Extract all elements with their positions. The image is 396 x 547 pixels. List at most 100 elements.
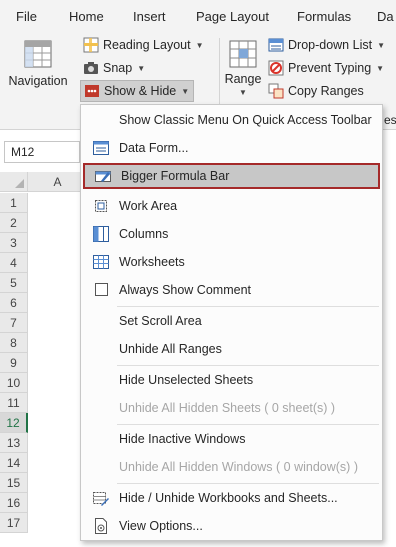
tab-data[interactable]: Da: [377, 9, 394, 24]
tab-page-layout[interactable]: Page Layout: [196, 9, 269, 24]
row-header[interactable]: 7: [0, 313, 28, 333]
name-box[interactable]: M12: [4, 141, 80, 163]
range-button[interactable]: Range ▼: [222, 38, 264, 97]
row-header[interactable]: 2: [0, 213, 28, 233]
menu-item-work-area[interactable]: Work Area: [81, 193, 382, 219]
menu-item-unhide-all-hidden-windows: Unhide All Hidden Windows ( 0 window(s) …: [81, 454, 382, 480]
chevron-down-icon: ▼: [239, 88, 247, 97]
menu-item-label: Hide Inactive Windows: [119, 432, 246, 446]
menu-item-unhide-all-ranges[interactable]: Unhide All Ranges: [81, 336, 382, 362]
ribbon-group-label-partial: es &: [384, 113, 396, 127]
always-show-comment-checkbox[interactable]: [95, 283, 108, 296]
row-header[interactable]: 4: [0, 253, 28, 273]
prevent-typing-button[interactable]: Prevent Typing ▼: [268, 60, 384, 76]
menu-item-label: Work Area: [119, 199, 178, 213]
menu-item-label: Bigger Formula Bar: [121, 169, 230, 183]
dropdown-list-label: Drop-down List: [288, 38, 373, 52]
dropdown-list-icon: [268, 38, 284, 52]
reading-layout-label: Reading Layout: [103, 38, 191, 52]
show-hide-icon: [85, 85, 99, 97]
menu-item-bigger-formula-bar[interactable]: Bigger Formula Bar: [83, 163, 380, 189]
reading-layout-icon: [83, 37, 99, 53]
work-area-icon: [95, 200, 107, 212]
menu-item-set-scroll-area[interactable]: Set Scroll Area: [81, 308, 382, 334]
menu-item-label: Columns: [119, 227, 169, 241]
menu-item-worksheets[interactable]: Worksheets: [81, 249, 382, 275]
navigation-icon: [24, 40, 52, 68]
chevron-down-icon: ▼: [376, 63, 385, 73]
menu-divider: [117, 483, 379, 484]
form-icon: [93, 141, 109, 155]
tab-home[interactable]: Home: [69, 9, 104, 24]
range-icon: [229, 40, 257, 68]
menu-item-hide-inactive-windows[interactable]: Hide Inactive Windows: [81, 426, 382, 452]
tab-insert[interactable]: Insert: [133, 9, 166, 24]
menu-item-label: Worksheets: [119, 255, 185, 269]
menu-item-label: Set Scroll Area: [119, 314, 202, 328]
menu-divider: [117, 365, 379, 366]
menu-item-unhide-all-hidden-sheets: Unhide All Hidden Sheets ( 0 sheet(s) ): [81, 395, 382, 421]
menu-item-label: View Options...: [119, 519, 203, 533]
navigation-button[interactable]: Navigation: [6, 38, 70, 88]
chevron-down-icon: ▼: [137, 63, 146, 73]
row-header[interactable]: 15: [0, 473, 28, 493]
row-header[interactable]: 6: [0, 293, 28, 313]
row-header-active[interactable]: 12: [0, 413, 28, 433]
show-hide-button[interactable]: Show & Hide ▼: [80, 80, 195, 102]
row-header[interactable]: 8: [0, 333, 28, 353]
snap-label: Snap: [103, 61, 133, 75]
snap-button[interactable]: Snap ▼: [83, 60, 145, 76]
menu-item-label: Unhide All Ranges: [119, 342, 222, 356]
row-header[interactable]: 13: [0, 433, 28, 453]
row-header[interactable]: 16: [0, 493, 28, 513]
prevent-typing-icon: [268, 60, 284, 76]
menu-item-label: Hide Unselected Sheets: [119, 373, 254, 387]
tab-file[interactable]: File: [16, 9, 37, 24]
menu-item-label: Unhide All Hidden Sheets ( 0 sheet(s) ): [119, 401, 336, 415]
chevron-down-icon: ▼: [181, 86, 190, 96]
menu-item-label: Hide / Unhide Workbooks and Sheets...: [119, 491, 338, 505]
menu-item-hide-unhide-workbooks[interactable]: Hide / Unhide Workbooks and Sheets...: [81, 485, 382, 511]
copy-ranges-button[interactable]: Copy Ranges: [268, 83, 364, 99]
prevent-typing-label: Prevent Typing: [288, 61, 372, 75]
menu-item-columns[interactable]: Columns: [81, 221, 382, 247]
workbooks-icon: [93, 492, 109, 506]
ribbon-divider: [219, 38, 220, 104]
select-all-button[interactable]: [0, 172, 28, 192]
row-header[interactable]: 11: [0, 393, 28, 413]
formula-bar-icon: [95, 171, 111, 182]
row-header[interactable]: 17: [0, 513, 28, 533]
row-header[interactable]: 9: [0, 353, 28, 373]
show-hide-menu: Show Classic Menu On Quick Access Toolba…: [80, 104, 383, 541]
range-label: Range: [224, 72, 262, 86]
row-header[interactable]: 1: [0, 193, 28, 213]
menu-item-label: Show Classic Menu On Quick Access Toolba…: [119, 113, 372, 127]
menu-item-label: Data Form...: [119, 141, 189, 155]
menu-item-view-options[interactable]: View Options...: [81, 513, 382, 539]
copy-ranges-label: Copy Ranges: [288, 84, 364, 98]
row-header[interactable]: 5: [0, 273, 28, 293]
menu-item-data-form[interactable]: Data Form...: [81, 135, 382, 161]
ribbon-tab-bar: File Home Insert Page Layout Formulas Da: [0, 0, 396, 34]
show-hide-label: Show & Hide: [104, 84, 177, 98]
row-header[interactable]: 10: [0, 373, 28, 393]
copy-ranges-icon: [268, 83, 284, 99]
navigation-label: Navigation: [8, 74, 68, 88]
chevron-down-icon: ▼: [195, 40, 204, 50]
worksheets-icon: [93, 255, 109, 269]
menu-item-show-classic-menu[interactable]: Show Classic Menu On Quick Access Toolba…: [81, 107, 382, 133]
menu-item-label: Always Show Comment: [119, 283, 251, 297]
menu-item-always-show-comment[interactable]: Always Show Comment: [81, 277, 382, 303]
menu-item-label: Unhide All Hidden Windows ( 0 window(s) …: [119, 460, 358, 474]
view-options-icon: [95, 518, 107, 534]
menu-item-hide-unselected-sheets[interactable]: Hide Unselected Sheets: [81, 367, 382, 393]
row-header[interactable]: 14: [0, 453, 28, 473]
menu-divider: [117, 424, 379, 425]
dropdown-list-button[interactable]: Drop-down List ▼: [268, 37, 385, 53]
reading-layout-button[interactable]: Reading Layout ▼: [83, 37, 204, 53]
tab-formulas[interactable]: Formulas: [297, 9, 351, 24]
chevron-down-icon: ▼: [377, 40, 385, 50]
row-header[interactable]: 3: [0, 233, 28, 253]
column-header-a[interactable]: A: [28, 172, 88, 192]
menu-divider: [117, 306, 379, 307]
